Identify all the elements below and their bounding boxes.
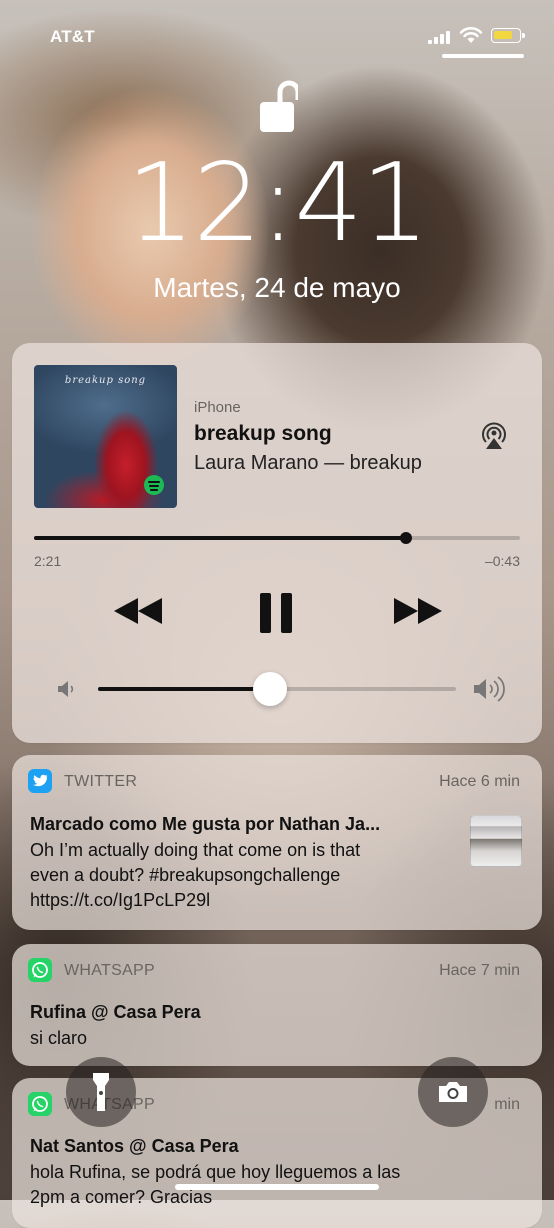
twitter-bird-icon	[28, 769, 52, 793]
control-center-indicator[interactable]	[442, 54, 524, 58]
notification-body: si claro	[30, 1026, 87, 1051]
notification-body-line: https://t.co/Ig1PcLP29l	[30, 890, 211, 910]
flashlight-icon	[93, 1073, 109, 1111]
notification-thumbnail	[470, 815, 522, 867]
notification-body-line: si claro	[30, 1028, 88, 1048]
notification-body: Oh I’m actually doing that come on is th…	[30, 838, 360, 913]
lock-screen-time: 12:41	[126, 141, 429, 266]
notification-whatsapp[interactable]: WHATSAPP Hace 7 min Rufina @ Casa Pera s…	[12, 944, 542, 1066]
flashlight-button[interactable]	[66, 1057, 136, 1127]
camera-icon	[439, 1082, 467, 1102]
spotify-icon	[144, 475, 164, 495]
volume-high-icon	[474, 676, 505, 702]
notification-body-line: hola Rufina, se podrá que hoy lleguemos …	[30, 1162, 401, 1182]
playback-source: iPhone	[194, 399, 241, 416]
playback-progress-fill	[34, 536, 406, 540]
volume-fill	[98, 687, 270, 691]
battery-icon	[491, 28, 525, 43]
song-title: breakup song	[194, 422, 332, 445]
notification-twitter[interactable]: TWITTER Hace 6 min Marcado como Me gusta…	[12, 755, 542, 930]
carrier-label: AT&T	[50, 27, 95, 46]
pause-button[interactable]	[256, 591, 296, 635]
airplay-icon[interactable]	[479, 421, 509, 453]
unlocked-padlock-icon	[260, 80, 298, 132]
home-indicator[interactable]	[175, 1184, 379, 1190]
now-playing-widget[interactable]: breakup song iPhone breakup song Laura M…	[12, 343, 542, 743]
volume-knob[interactable]	[252, 672, 287, 706]
notification-body-line: even a doubt? #breakupsongchallenge	[30, 865, 341, 885]
playback-scrubber[interactable]	[34, 532, 520, 544]
whatsapp-icon	[28, 1092, 52, 1116]
cellular-signal-icon	[428, 30, 450, 44]
rewind-icon	[114, 598, 162, 624]
rewind-button[interactable]	[112, 596, 164, 626]
notification-time: Hace 7 min	[439, 962, 520, 979]
whatsapp-icon	[28, 958, 52, 982]
notification-title: Marcado como Me gusta por Nathan Ja...	[30, 814, 381, 834]
notification-time: min	[494, 1096, 520, 1113]
album-art-title: breakup song	[64, 375, 147, 386]
fast-forward-button[interactable]	[392, 596, 444, 626]
album-artwork[interactable]: breakup song	[34, 365, 177, 508]
elapsed-time: 2:21	[34, 553, 62, 569]
volume-low-icon	[58, 681, 74, 697]
camera-button[interactable]	[418, 1057, 488, 1127]
volume-slider[interactable]	[98, 672, 456, 706]
notification-title: Rufina @ Casa Pera	[30, 1002, 201, 1022]
remaining-time: –0:43	[484, 553, 520, 569]
lock-screen-date: Martes, 24 de mayo	[153, 272, 401, 303]
notification-app-name: WHATSAPP	[64, 962, 156, 979]
playback-scrubber-knob[interactable]	[399, 532, 412, 544]
notification-title: Nat Santos @ Casa Pera	[30, 1136, 239, 1156]
status-bar: AT&T	[0, 0, 554, 70]
artist-album: Laura Marano — breakup	[194, 452, 422, 474]
pause-icon	[260, 593, 292, 633]
fast-forward-icon	[394, 598, 442, 624]
wifi-icon	[459, 27, 483, 43]
notification-body-line: Oh I’m actually doing that come on is th…	[30, 840, 361, 860]
notification-app-name: TWITTER	[64, 773, 138, 790]
notification-time: Hace 6 min	[439, 773, 520, 790]
